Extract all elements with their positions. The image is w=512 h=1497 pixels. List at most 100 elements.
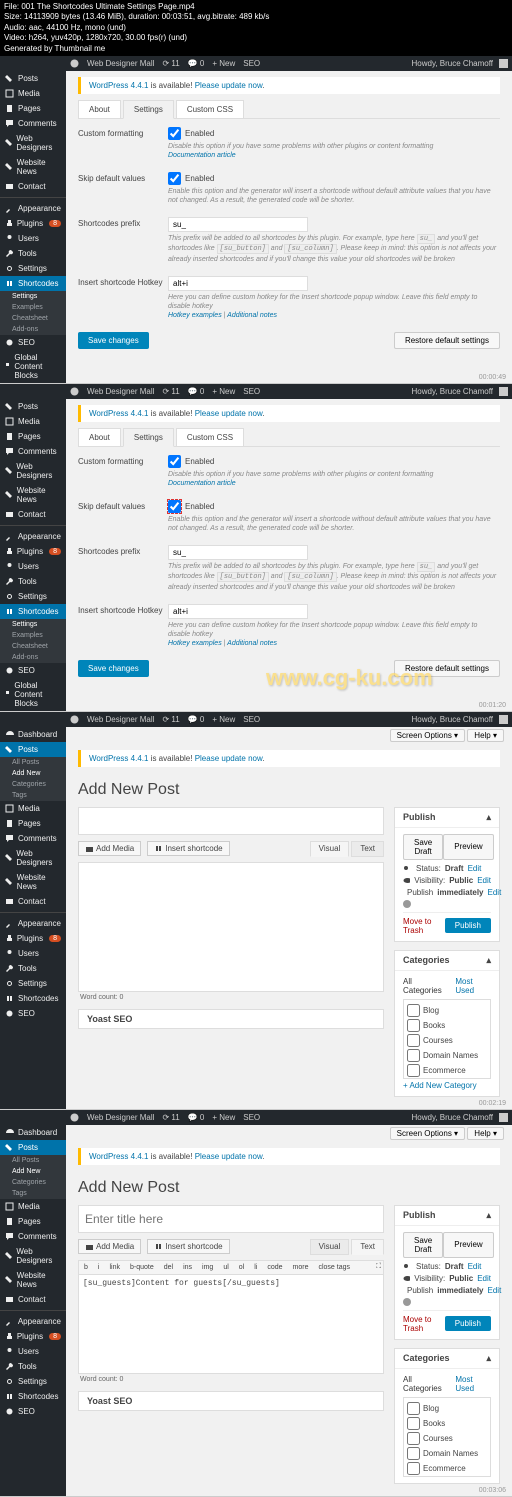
wp-logo-icon[interactable] bbox=[70, 1113, 79, 1122]
nav-pages[interactable]: Pages bbox=[0, 429, 66, 444]
nav-users[interactable]: Users bbox=[0, 231, 66, 246]
tab-visual[interactable]: Visual bbox=[310, 841, 350, 857]
category-item[interactable]: Courses bbox=[407, 1033, 487, 1048]
nav-contact[interactable]: Contact bbox=[0, 1292, 66, 1307]
nav-plugins[interactable]: Plugins8 bbox=[0, 931, 66, 946]
nav-websitenews[interactable]: Website News bbox=[0, 1268, 66, 1292]
tb-close[interactable]: close tags bbox=[315, 1263, 353, 1272]
nav-posts[interactable]: Posts bbox=[0, 1140, 66, 1155]
nav-addnew[interactable]: Add New bbox=[0, 768, 66, 779]
toggle-icon[interactable]: ▴ bbox=[486, 1353, 491, 1364]
nav-shortcodes[interactable]: Shortcodes bbox=[0, 604, 66, 619]
tab-text[interactable]: Text bbox=[351, 841, 384, 857]
nav-sc-cheatsheet[interactable]: Cheatsheet bbox=[0, 313, 66, 324]
nav-contact[interactable]: Contact bbox=[0, 894, 66, 909]
category-item[interactable]: Featured bbox=[407, 1476, 487, 1477]
wp-version-link[interactable]: WordPress 4.4.1 bbox=[89, 81, 148, 90]
avatar-icon[interactable] bbox=[499, 1113, 508, 1122]
seo-menu[interactable]: SEO bbox=[243, 59, 260, 68]
nav-seo[interactable]: SEO bbox=[0, 663, 66, 678]
hk-input[interactable] bbox=[168, 276, 308, 291]
cats-most-tab[interactable]: Most Used bbox=[455, 977, 491, 995]
content-editor[interactable]: [su_guests]Content for guests[/su_guests… bbox=[78, 1274, 384, 1374]
tb-more[interactable]: more bbox=[290, 1263, 312, 1272]
screen-options-btn[interactable]: Screen Options ▾ bbox=[390, 729, 465, 742]
category-item[interactable]: Blog bbox=[407, 1401, 487, 1416]
nav-shortcodes[interactable]: Shortcodes bbox=[0, 991, 66, 1006]
nav-sc-settings[interactable]: Settings bbox=[0, 619, 66, 630]
tb-b[interactable]: b bbox=[81, 1263, 91, 1272]
screen-options-btn[interactable]: Screen Options ▾ bbox=[390, 1127, 465, 1140]
nav-settings[interactable]: Settings bbox=[0, 589, 66, 604]
nav-settings[interactable]: Settings bbox=[0, 261, 66, 276]
cf-checkbox[interactable] bbox=[168, 455, 181, 468]
category-item[interactable]: Ecommerce bbox=[407, 1063, 487, 1078]
nav-gcb[interactable]: Global Content Blocks bbox=[0, 678, 66, 711]
category-item[interactable]: Domain Names bbox=[407, 1048, 487, 1063]
site-name[interactable]: Web Designer Mall bbox=[87, 59, 154, 68]
yoast-metabox[interactable]: Yoast SEO bbox=[78, 1009, 384, 1029]
move-to-trash[interactable]: Move to Trash bbox=[403, 1315, 445, 1333]
nav-sc-settings[interactable]: Settings bbox=[0, 291, 66, 302]
avatar-icon[interactable] bbox=[499, 387, 508, 396]
tb-i[interactable]: i bbox=[95, 1263, 103, 1272]
nav-sc-cheatsheet[interactable]: Cheatsheet bbox=[0, 641, 66, 652]
tb-bquote[interactable]: b-quote bbox=[127, 1263, 157, 1272]
category-item[interactable]: Domain Names bbox=[407, 1446, 487, 1461]
nav-pages[interactable]: Pages bbox=[0, 1214, 66, 1229]
save-button[interactable]: Save changes bbox=[78, 660, 149, 677]
nav-tools[interactable]: Tools bbox=[0, 246, 66, 261]
nav-websitenews[interactable]: Website News bbox=[0, 870, 66, 894]
category-item[interactable]: Books bbox=[407, 1416, 487, 1431]
sp-input[interactable] bbox=[168, 545, 308, 560]
nav-posts[interactable]: Posts bbox=[0, 399, 66, 414]
cats-all-tab[interactable]: All Categories bbox=[403, 977, 449, 995]
category-item[interactable]: Blog bbox=[407, 1003, 487, 1018]
nav-tags[interactable]: Tags bbox=[0, 790, 66, 801]
publish-button[interactable]: Publish bbox=[445, 1316, 491, 1331]
update-now-link[interactable]: Please update now bbox=[195, 81, 263, 90]
save-button[interactable]: Save changes bbox=[78, 332, 149, 349]
new-menu[interactable]: + New bbox=[212, 59, 235, 68]
help-btn[interactable]: Help ▾ bbox=[467, 729, 504, 742]
nav-settings[interactable]: Settings bbox=[0, 976, 66, 991]
hk-notes-link[interactable]: Additional notes bbox=[227, 312, 277, 319]
add-media-button[interactable]: Add Media bbox=[78, 841, 141, 856]
tab-settings[interactable]: Settings bbox=[123, 428, 174, 447]
category-item[interactable]: Ecommerce bbox=[407, 1461, 487, 1476]
tab-custom-css[interactable]: Custom CSS bbox=[176, 428, 244, 446]
cf-doc-link[interactable]: Documentation article bbox=[168, 152, 236, 159]
tab-settings[interactable]: Settings bbox=[123, 100, 174, 119]
nav-comments[interactable]: Comments bbox=[0, 1229, 66, 1244]
nav-users[interactable]: Users bbox=[0, 946, 66, 961]
tab-visual[interactable]: Visual bbox=[310, 1239, 350, 1255]
nav-seo[interactable]: SEO bbox=[0, 1006, 66, 1021]
wp-logo-icon[interactable] bbox=[70, 59, 79, 68]
nav-webdesigners[interactable]: Web Designers bbox=[0, 131, 66, 155]
nav-users[interactable]: Users bbox=[0, 559, 66, 574]
content-editor[interactable] bbox=[78, 862, 384, 992]
tab-about[interactable]: About bbox=[78, 100, 121, 118]
tb-link[interactable]: link bbox=[106, 1263, 123, 1272]
nav-contact[interactable]: Contact bbox=[0, 507, 66, 522]
restore-button[interactable]: Restore default settings bbox=[394, 332, 500, 349]
nav-appearance[interactable]: Appearance bbox=[0, 201, 66, 216]
wp-logo-icon[interactable] bbox=[70, 715, 79, 724]
preview-button[interactable]: Preview bbox=[443, 834, 493, 860]
toggle-icon[interactable]: ▴ bbox=[486, 1210, 491, 1221]
tab-custom-css[interactable]: Custom CSS bbox=[176, 100, 244, 118]
nav-gcb[interactable]: Global Content Blocks bbox=[0, 350, 66, 383]
nav-appearance[interactable]: Appearance bbox=[0, 1314, 66, 1329]
nav-plugins[interactable]: Plugins8 bbox=[0, 216, 66, 231]
save-draft-button[interactable]: Save Draft bbox=[403, 1232, 443, 1258]
nav-media[interactable]: Media bbox=[0, 86, 66, 101]
nav-appearance[interactable]: Appearance bbox=[0, 529, 66, 544]
nav-sc-examples[interactable]: Examples bbox=[0, 630, 66, 641]
nav-tools[interactable]: Tools bbox=[0, 1359, 66, 1374]
nav-posts[interactable]: Posts bbox=[0, 742, 66, 757]
tb-li[interactable]: li bbox=[251, 1263, 260, 1272]
post-title-input[interactable] bbox=[78, 807, 384, 835]
nav-sc-addons[interactable]: Add-ons bbox=[0, 652, 66, 663]
nav-posts[interactable]: Posts bbox=[0, 71, 66, 86]
edit-date[interactable]: Edit bbox=[488, 888, 502, 897]
